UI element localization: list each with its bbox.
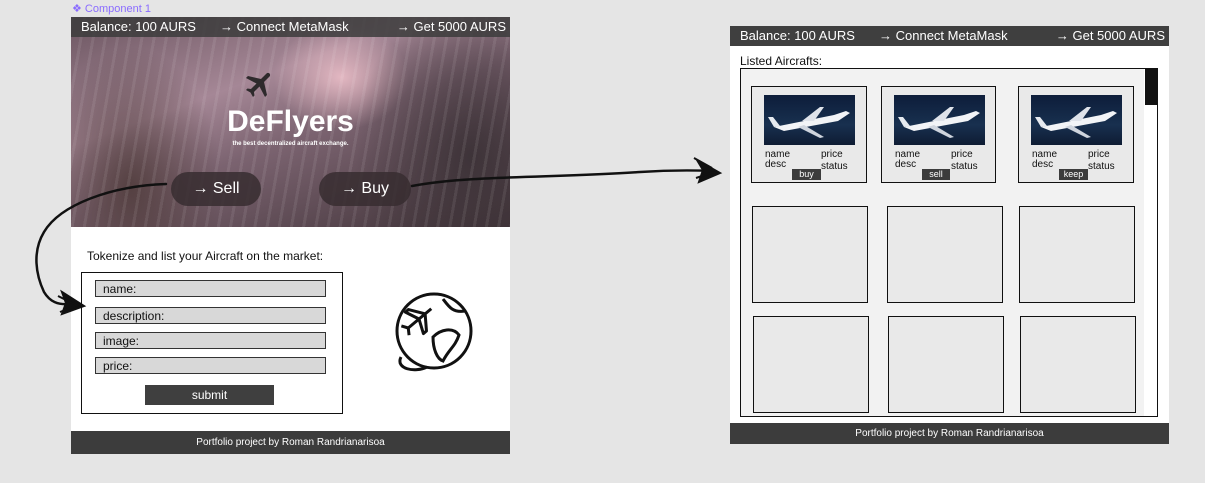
hand-drawn-arrow-icon xyxy=(35,157,723,316)
